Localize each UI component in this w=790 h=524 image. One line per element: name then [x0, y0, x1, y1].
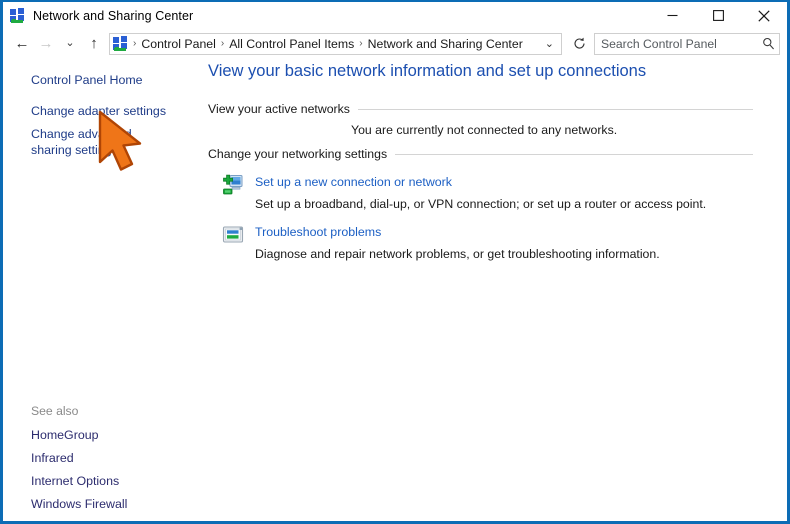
see-also-item-windows-firewall[interactable]: Windows Firewall [31, 496, 127, 512]
section-divider [358, 109, 753, 110]
back-arrow-icon: ← [15, 36, 30, 51]
address-bar: ← → ⌄ ↑ › Control Panel › All Control Pa… [3, 29, 787, 58]
forward-arrow-icon: → [39, 36, 54, 51]
section-view-active-networks: View your active networks [208, 102, 753, 116]
content-pane: View your basic network information and … [199, 58, 787, 521]
window-title: Network and Sharing Center [33, 9, 193, 23]
up-button[interactable]: ↑ [82, 32, 106, 56]
up-arrow-icon: ↑ [90, 36, 98, 51]
see-also-item-homegroup[interactable]: HomeGroup [31, 427, 99, 443]
breadcrumb-item-all-control-panel-items[interactable]: All Control Panel Items [226, 37, 357, 51]
back-button[interactable]: ← [10, 32, 34, 56]
breadcrumb-separator: › [357, 38, 364, 49]
minimize-button[interactable] [649, 2, 695, 29]
network-icon [113, 36, 129, 52]
section-label: View your active networks [208, 102, 358, 116]
close-button[interactable] [741, 2, 787, 29]
network-icon [10, 8, 26, 24]
window-body: Control Panel Home Change adapter settin… [3, 58, 787, 521]
section-change-networking-settings: Change your networking settings [208, 147, 753, 161]
breadcrumb-item-control-panel[interactable]: Control Panel [138, 37, 219, 51]
maximize-button[interactable] [695, 2, 741, 29]
forward-button[interactable]: → [34, 32, 58, 56]
breadcrumb-separator: › [219, 38, 226, 49]
sidebar-item-control-panel-home[interactable]: Control Panel Home [31, 72, 143, 88]
title-bar: Network and Sharing Center [3, 2, 787, 29]
see-also-heading: See also [31, 404, 78, 418]
sidebar-item-change-advanced-sharing-settings[interactable]: Change advanced sharing settings [31, 126, 171, 158]
refresh-icon [573, 37, 586, 50]
task-description: Set up a broadband, dial-up, or VPN conn… [255, 197, 706, 211]
search-input[interactable] [595, 36, 757, 52]
chevron-down-icon: ⌄ [65, 38, 74, 49]
search-box[interactable] [594, 33, 780, 55]
search-icon[interactable] [757, 33, 779, 55]
recent-locations-button[interactable]: ⌄ [58, 32, 82, 56]
section-divider [395, 154, 753, 155]
page-title: View your basic network information and … [208, 62, 646, 81]
window-controls [649, 2, 787, 29]
chevron-down-icon[interactable]: ⌄ [545, 37, 561, 50]
link-set-up-a-new-connection-or-network[interactable]: Set up a new connection or network [255, 175, 452, 189]
breadcrumb[interactable]: › Control Panel › All Control Panel Item… [109, 33, 562, 55]
section-label: Change your networking settings [208, 147, 395, 161]
breadcrumb-item-network-and-sharing-center[interactable]: Network and Sharing Center [365, 37, 526, 51]
see-also-item-internet-options[interactable]: Internet Options [31, 473, 119, 489]
task-description: Diagnose and repair network problems, or… [255, 247, 660, 261]
navigation-pane: Control Panel Home Change adapter settin… [3, 58, 199, 521]
see-also-item-infrared[interactable]: Infrared [31, 450, 74, 466]
sidebar-item-change-adapter-settings[interactable]: Change adapter settings [31, 103, 166, 119]
refresh-button[interactable] [568, 33, 590, 55]
active-networks-status: You are currently not connected to any n… [351, 123, 617, 137]
link-troubleshoot-problems[interactable]: Troubleshoot problems [255, 225, 381, 239]
breadcrumb-separator: › [131, 38, 138, 49]
new-connection-icon [221, 173, 245, 197]
control-panel-window: Network and Sharing Center [0, 0, 790, 524]
troubleshoot-icon [221, 223, 245, 247]
